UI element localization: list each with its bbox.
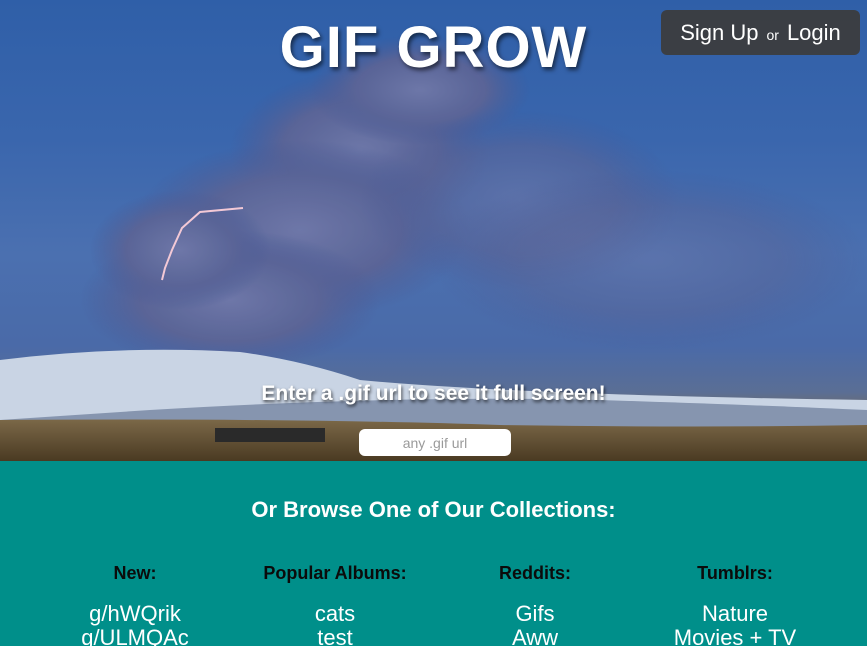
collection-link[interactable]: g/ULMQAc	[25, 626, 245, 650]
collection-link[interactable]: Aww	[425, 626, 645, 650]
column-heading: Tumblrs:	[697, 563, 773, 583]
collection-column-reddits: Reddits: Gifs Aww	[425, 563, 645, 650]
collection-link[interactable]: g/hWQrik	[25, 602, 245, 626]
collection-column-new: New: g/hWQrik g/ULMQAc	[25, 563, 245, 650]
column-heading: Reddits:	[499, 563, 571, 583]
auth-box: Sign Up or Login	[661, 10, 860, 55]
collection-link[interactable]: Gifs	[425, 602, 645, 626]
column-heading: New:	[113, 563, 157, 583]
column-heading: Popular Albums:	[263, 563, 407, 583]
collection-link[interactable]: Nature	[625, 602, 845, 626]
signup-link[interactable]: Sign Up	[680, 20, 758, 46]
gif-url-input[interactable]	[359, 429, 511, 456]
hero-background-image: GIF GROW Sign Up or Login Enter a .gif u…	[0, 0, 867, 461]
collections-title: Or Browse One of Our Collections:	[251, 497, 616, 522]
login-link[interactable]: Login	[787, 20, 841, 46]
collection-link[interactable]: test	[225, 626, 445, 650]
hero-tagline: Enter a .gif url to see it full screen!	[261, 382, 606, 405]
collection-link[interactable]: cats	[225, 602, 445, 626]
collection-link[interactable]: Movies + TV	[625, 626, 845, 650]
collection-column-popular-albums: Popular Albums: cats test	[225, 563, 445, 650]
or-separator: or	[766, 26, 779, 43]
collections-section: Or Browse One of Our Collections: New: g…	[0, 461, 867, 650]
collection-column-tumblrs: Tumblrs: Nature Movies + TV	[625, 563, 845, 650]
